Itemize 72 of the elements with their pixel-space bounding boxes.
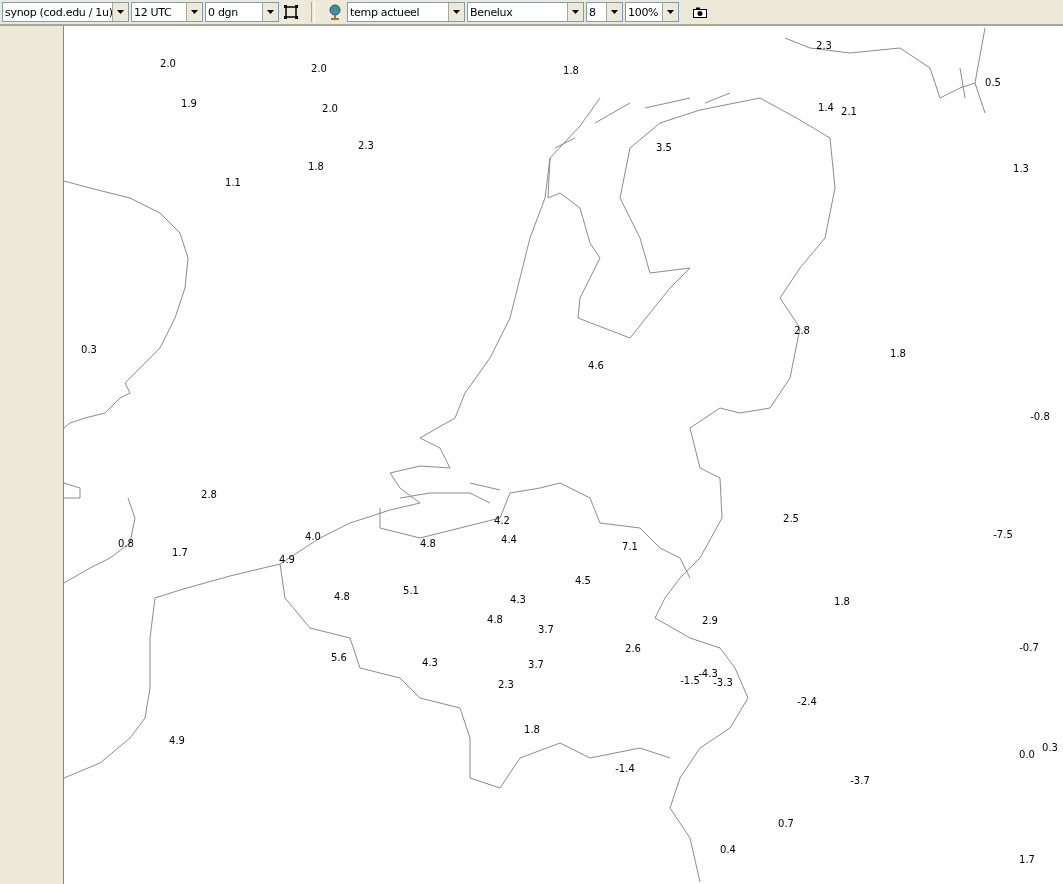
temperature-value: 0.3 — [1042, 742, 1058, 754]
temperature-value: 4.3 — [422, 657, 438, 669]
dropdown[interactable]: 12 UTC — [131, 2, 203, 22]
temperature-value: 2.6 — [625, 643, 641, 655]
temperature-value: 4.0 — [305, 531, 321, 543]
temperature-value: 2.1 — [841, 106, 857, 118]
temperature-value: 0.0 — [1019, 749, 1035, 761]
temperature-value: 0.8 — [118, 538, 134, 550]
temperature-value: 1.8 — [563, 65, 579, 77]
caret-icon[interactable] — [112, 3, 128, 21]
temperature-value: -4.3 — [698, 668, 718, 679]
temperature-value: 1.7 — [172, 547, 188, 559]
temperature-value: 1.1 — [225, 177, 241, 189]
temperature-value: 2.8 — [794, 325, 810, 337]
temperature-value: 3.7 — [528, 659, 544, 671]
temperature-value: 4.9 — [279, 554, 295, 566]
caret-icon[interactable] — [567, 3, 583, 21]
caret-icon[interactable] — [662, 3, 678, 21]
temperature-value: 1.8 — [890, 348, 906, 360]
temperature-value: 1.3 — [1013, 163, 1029, 175]
temperature-value: 4.5 — [575, 575, 591, 587]
temperature-value: 3.7 — [538, 624, 554, 636]
temperature-value: 4.8 — [420, 538, 436, 550]
temperature-value: 2.0 — [322, 103, 338, 115]
temperature-value: 2.3 — [498, 679, 514, 691]
temperature-value: 3.5 — [656, 142, 672, 154]
temperature-value: -0.8 — [1030, 411, 1050, 423]
temperature-value: 5.6 — [331, 652, 347, 664]
temperature-value: 4.8 — [487, 614, 503, 626]
temperature-value: 5.1 — [403, 585, 419, 597]
temperature-value: 2.3 — [816, 40, 832, 52]
temperature-value: -7.5 — [993, 529, 1013, 541]
temperature-value: 4.9 — [169, 735, 185, 747]
dropdown[interactable]: Benelux — [467, 2, 584, 22]
temperature-value: 1.8 — [834, 596, 850, 608]
temperature-value: 4.2 — [494, 515, 510, 527]
dropdown[interactable]: 0 dgn — [205, 2, 279, 22]
dropdown[interactable]: 100% — [625, 2, 679, 22]
temperature-value: 1.8 — [308, 161, 324, 173]
temperature-value: 1.4 — [818, 102, 834, 114]
temperature-value: -3.3 — [713, 677, 733, 689]
caret-icon[interactable] — [448, 3, 464, 21]
temperature-value: -1.5 — [680, 675, 700, 687]
temperature-value: -3.7 — [850, 775, 870, 787]
temperature-value: 4.8 — [334, 591, 350, 603]
temperature-value: 7.1 — [622, 541, 638, 553]
dropdown[interactable]: 8 — [586, 2, 623, 22]
temperature-value: 0.3 — [81, 344, 97, 356]
temperature-value: 2.8 — [201, 489, 217, 501]
caret-icon[interactable] — [186, 3, 202, 21]
dropdown[interactable]: synop (cod.edu / 1u) — [2, 2, 129, 22]
temperature-value: 1.8 — [524, 724, 540, 736]
caret-icon[interactable] — [606, 3, 622, 21]
temperature-value: 4.3 — [510, 594, 526, 606]
temperature-value: 2.0 — [311, 63, 327, 75]
temperature-value: -1.4 — [615, 763, 635, 775]
temperature-value: 2.5 — [783, 513, 799, 525]
temperature-value: -2.4 — [797, 696, 817, 708]
dropdown[interactable]: temp actueel — [347, 2, 465, 22]
temperature-value: 0.7 — [778, 818, 794, 830]
temperature-value: 4.4 — [501, 534, 517, 546]
temperature-value: -0.7 — [1019, 642, 1039, 654]
caret-icon[interactable] — [262, 3, 278, 21]
temperature-value: 2.3 — [358, 140, 374, 152]
frame-select-icon[interactable] — [281, 3, 301, 21]
temperature-value: 0.4 — [720, 844, 736, 856]
temperature-value: 1.9 — [181, 98, 197, 110]
temperature-value: 4.6 — [588, 360, 604, 372]
temperature-value: 2.9 — [702, 615, 718, 627]
temperature-value: 0.5 — [985, 77, 1001, 89]
temperature-value: 1.7 — [1019, 854, 1035, 866]
temperature-value: 2.0 — [160, 58, 176, 70]
